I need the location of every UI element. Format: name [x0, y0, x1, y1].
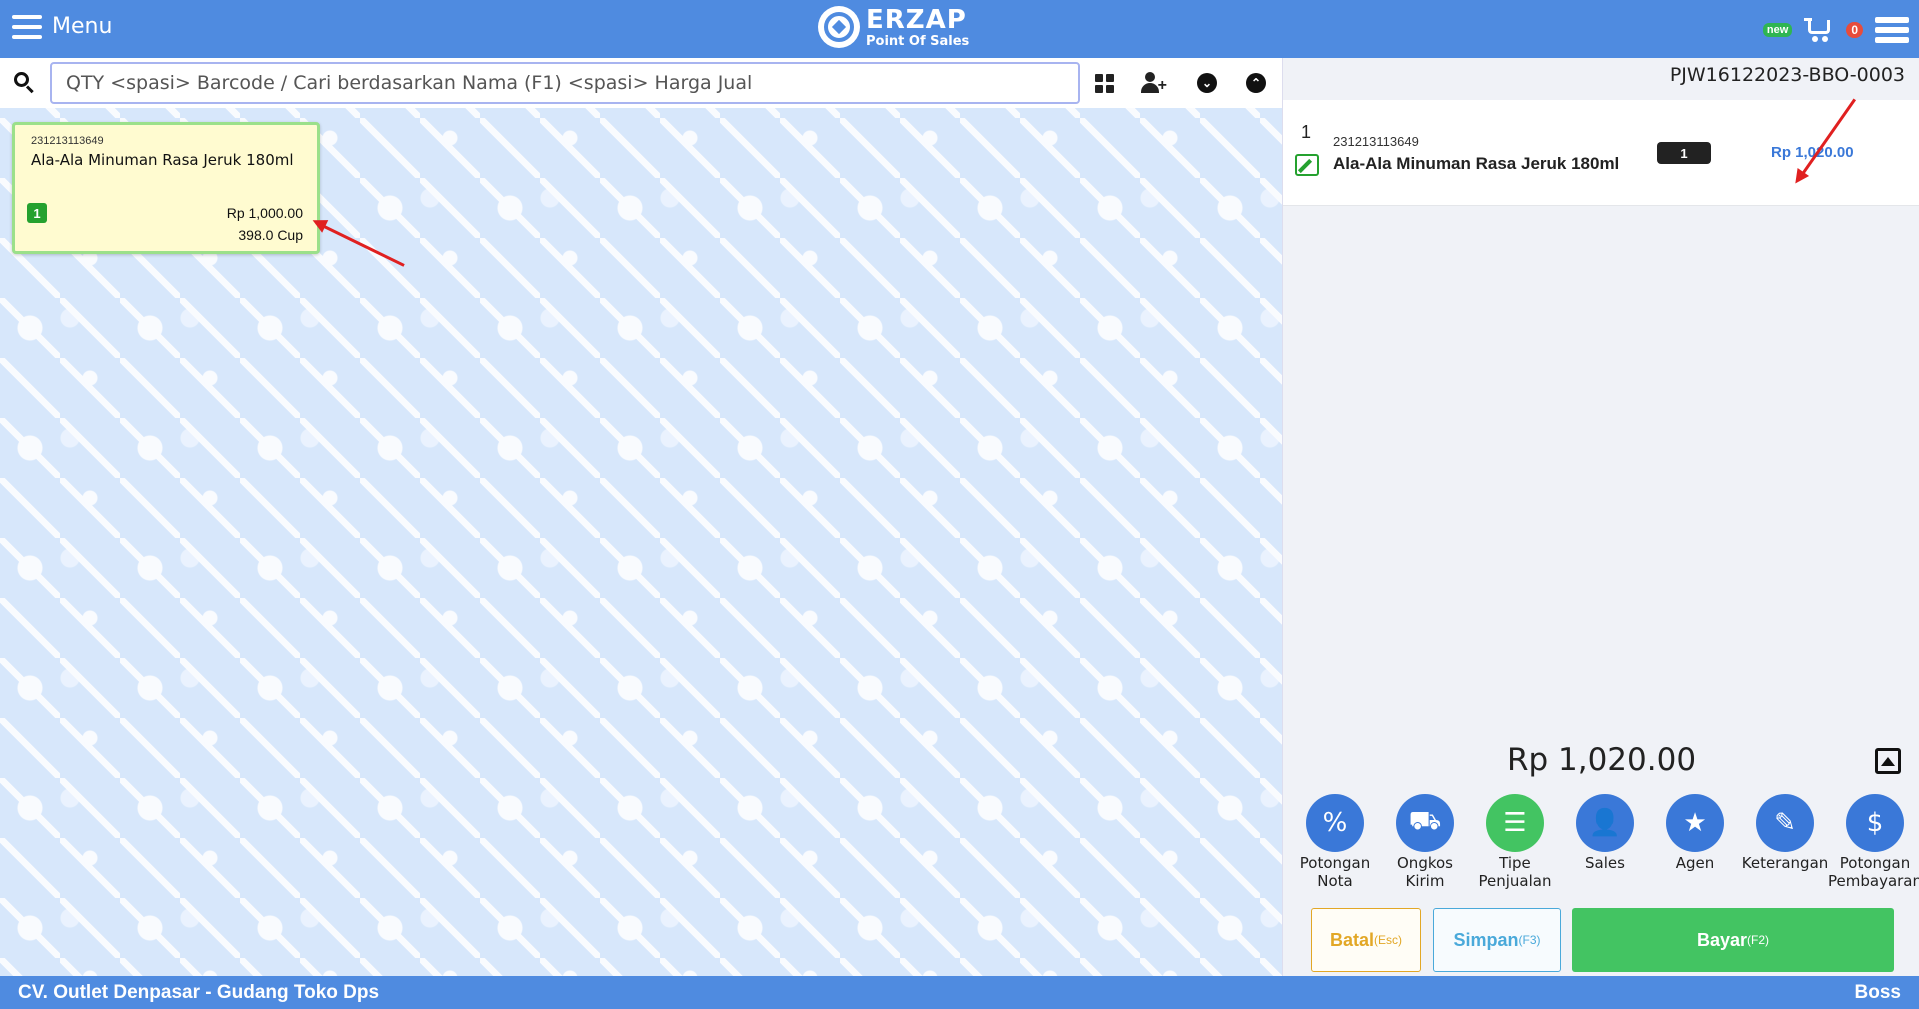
grid-icon — [1094, 73, 1114, 93]
batal-label: Batal — [1329, 929, 1374, 950]
action-label: Kirim — [1405, 872, 1445, 890]
cart-count-badge: 0 — [1846, 22, 1863, 38]
action-label: Nota — [1317, 872, 1353, 890]
action-label: Potongan — [1839, 854, 1911, 872]
edit-icon: ✎ — [1756, 794, 1814, 852]
brand-logo: ERZAP Point Of Sales — [818, 6, 969, 48]
cart-icon[interactable] — [1804, 16, 1834, 44]
invoice-panel: PJW16122023-BBO-0003 1 231213113649 Ala-… — [1282, 58, 1919, 976]
search-icon[interactable] — [14, 72, 34, 94]
user-icon: 👤 — [1576, 794, 1634, 852]
bayar-button[interactable]: Bayar (F2) — [1572, 908, 1894, 972]
agen-button[interactable]: ★ Agen — [1655, 794, 1735, 890]
sales-button[interactable]: 👤 Sales — [1565, 794, 1645, 890]
simpan-shortcut: (F3) — [1518, 933, 1541, 947]
add-customer-button[interactable]: + — [1140, 69, 1168, 97]
cart-item-qty[interactable]: 1 — [1657, 142, 1711, 164]
cart-item-index: 1 — [1301, 122, 1312, 142]
edit-icon[interactable] — [1295, 154, 1319, 176]
truck-icon: ⛟ — [1396, 794, 1454, 852]
action-label: Tipe — [1499, 854, 1531, 872]
collapse-summary-button[interactable] — [1875, 748, 1901, 774]
brand-name: ERZAP — [866, 4, 967, 35]
cart-item-row[interactable]: 1 231213113649 Ala-Ala Minuman Rasa Jeru… — [1283, 100, 1919, 206]
action-label: Sales — [1585, 854, 1625, 872]
keterangan-button[interactable]: ✎ Keterangan — [1742, 794, 1828, 890]
list-menu-icon[interactable] — [1875, 17, 1909, 43]
outlet-name: CV. Outlet Denpasar - Gudang Toko Dps — [18, 982, 380, 1003]
search-bar: + ⌄ ⌃ — [0, 58, 1282, 108]
action-label: Pembayaran — [1828, 872, 1919, 890]
action-label: Penjualan — [1478, 872, 1552, 890]
invoice-number: PJW16122023-BBO-0003 — [1669, 64, 1905, 86]
simpan-button[interactable]: Simpan (F3) — [1433, 908, 1561, 972]
action-label: Keterangan — [1741, 854, 1829, 872]
potongan-pembayaran-button[interactable]: $ Potongan Pembayaran — [1828, 794, 1919, 890]
action-buttons: % Potongan Nota ⛟ Ongkos Kirim ☰ Tipe Penju… — [1295, 794, 1919, 890]
chevron-down-circle-icon: ⌄ — [1197, 73, 1217, 93]
user-plus-icon: + — [1141, 72, 1167, 94]
menu-button[interactable]: Menu — [12, 14, 112, 39]
list-icon: ☰ — [1486, 794, 1544, 852]
product-barcode: 231213113649 — [31, 135, 104, 147]
hamburger-icon — [12, 14, 42, 39]
action-label: Potongan — [1299, 854, 1371, 872]
collapse-down-button[interactable]: ⌄ — [1193, 69, 1221, 97]
product-qty-badge: 1 — [27, 203, 47, 223]
collapse-up-button[interactable]: ⌃ — [1242, 69, 1270, 97]
new-badge: new — [1762, 23, 1793, 37]
footer-bar: CV. Outlet Denpasar - Gudang Toko Dps Bo… — [0, 976, 1919, 1009]
grand-total: Rp 1,020.00 — [1506, 742, 1697, 778]
chevron-up-circle-icon: ⌃ — [1246, 73, 1266, 93]
tipe-penjualan-button[interactable]: ☰ Tipe Penjualan — [1475, 794, 1555, 890]
brand-subtitle: Point Of Sales — [866, 33, 970, 49]
payment-discount-icon: $ — [1846, 794, 1904, 852]
agent-icon: ★ — [1666, 794, 1724, 852]
bayar-shortcut: (F2) — [1747, 933, 1770, 947]
erzap-logo-icon — [818, 6, 860, 48]
action-label: Ongkos — [1397, 854, 1453, 872]
action-label: Agen — [1675, 854, 1715, 872]
cart-item-barcode: 231213113649 — [1333, 134, 1419, 149]
grid-view-button[interactable] — [1090, 69, 1118, 97]
ongkos-kirim-button[interactable]: ⛟ Ongkos Kirim — [1385, 794, 1465, 890]
search-input[interactable] — [50, 62, 1080, 104]
bayar-label: Bayar — [1696, 929, 1748, 950]
batal-shortcut: (Esc) — [1374, 933, 1402, 947]
potongan-nota-button[interactable]: % Potongan Nota — [1295, 794, 1375, 890]
product-card[interactable]: 231213113649 Ala-Ala Minuman Rasa Jeruk … — [12, 122, 320, 254]
product-price: Rp 1,000.00 — [226, 205, 303, 221]
cart-item-name: Ala-Ala Minuman Rasa Jeruk 180ml — [1333, 154, 1620, 173]
product-name: Ala-Ala Minuman Rasa Jeruk 180ml — [31, 151, 294, 169]
discount-icon: % — [1306, 794, 1364, 852]
batal-button[interactable]: Batal (Esc) — [1311, 908, 1421, 972]
simpan-label: Simpan — [1453, 929, 1519, 950]
product-panel: + ⌄ ⌃ 231213113649 Ala-Ala Minuman Rasa … — [0, 58, 1282, 976]
top-bar: Menu ERZAP Point Of Sales new 0 — [0, 0, 1919, 58]
user-name: Boss — [1854, 982, 1901, 1003]
menu-label: Menu — [52, 14, 113, 39]
product-stock: 398.0 Cup — [238, 227, 303, 243]
